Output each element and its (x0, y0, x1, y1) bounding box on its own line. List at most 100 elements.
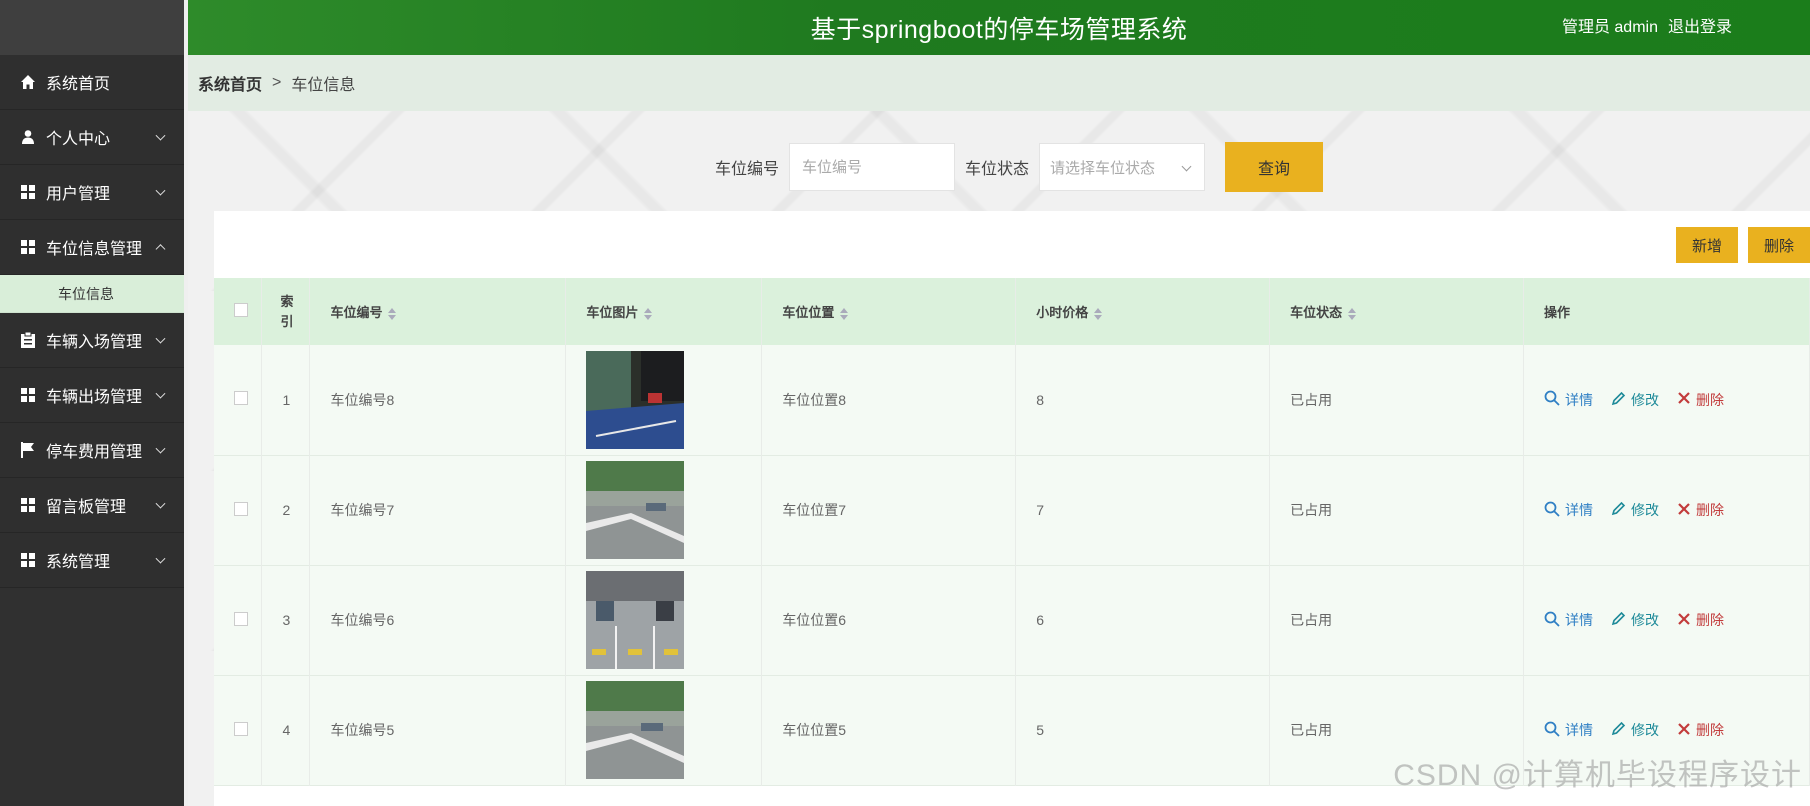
edit-button[interactable]: 修改 (1611, 500, 1659, 520)
parking-image (586, 681, 685, 779)
row-checkbox[interactable] (234, 501, 248, 516)
user-icon (20, 129, 36, 145)
column-header-ops-label: 操作 (1543, 305, 1570, 320)
row-price: 6 (1015, 565, 1271, 675)
sidebar-item-label: 留言板管理 (46, 499, 127, 516)
grid-icon (20, 497, 36, 513)
grid-icon (20, 552, 36, 568)
select-all-cell (214, 278, 263, 345)
grid-icon (20, 387, 36, 403)
close-icon (1677, 722, 1691, 739)
parking-image (586, 461, 685, 559)
row-actions: 详情 修改 删除 (1523, 455, 1810, 565)
sidebar-item-home[interactable]: 系统首页 (0, 55, 184, 110)
search-icon (1544, 390, 1560, 409)
sidebar-item-label: 系统管理 (46, 554, 111, 571)
column-header-code[interactable]: 车位编号 (309, 278, 567, 345)
column-header-image[interactable]: 车位图片 (565, 278, 763, 345)
batch-delete-button[interactable]: 删除 (1747, 227, 1810, 263)
delete-button[interactable]: 删除 (1677, 720, 1724, 740)
delete-button[interactable]: 删除 (1677, 610, 1724, 630)
chevron-down-icon (155, 498, 166, 509)
table-row: 1 车位编号8 车位位置8 8 已占用 详情 修改 删除 (214, 345, 1810, 455)
select-all-checkbox[interactable] (234, 303, 248, 317)
sidebar-item-vehicle-exit[interactable]: 车辆出场管理 (0, 368, 184, 423)
sidebar-item-message-board[interactable]: 留言板管理 (0, 478, 184, 533)
row-checkbox[interactable] (234, 721, 248, 736)
status-select[interactable]: 请选择车位状态 (1039, 143, 1206, 191)
detail-button[interactable]: 详情 (1544, 390, 1593, 410)
table-toolbar: 新增 删除 (1675, 227, 1810, 263)
breadcrumb-home-link[interactable]: 系统首页 (198, 71, 262, 95)
detail-button[interactable]: 详情 (1544, 500, 1593, 520)
edit-button[interactable]: 修改 (1611, 610, 1659, 630)
sidebar-item-label: 个人中心 (46, 131, 111, 148)
detail-label: 详情 (1564, 722, 1593, 738)
edit-label: 修改 (1630, 391, 1659, 408)
table-row: 3 车位编号6 车位位置6 6 已占用 详情 修改 删除 (214, 565, 1810, 675)
sidebar-item-parking-fee[interactable]: 停车费用管理 (0, 423, 184, 478)
delete-label: 删除 (1695, 502, 1724, 518)
breadcrumb: 系统首页 > 车位信息 (188, 55, 1810, 111)
detail-label: 详情 (1564, 612, 1593, 628)
detail-label: 详情 (1564, 391, 1593, 408)
sidebar-item-label: 车位信息管理 (46, 241, 143, 258)
sidebar-item-parking-space-management[interactable]: 车位信息管理 (0, 220, 184, 275)
chevron-down-icon (155, 333, 166, 344)
sidebar-item-label: 车辆出场管理 (46, 389, 143, 406)
row-price: 5 (1015, 675, 1271, 785)
row-actions: 详情 修改 删除 (1523, 345, 1810, 455)
code-search-input[interactable] (789, 143, 956, 191)
row-checkbox[interactable] (234, 611, 248, 626)
chevron-down-icon (155, 553, 166, 564)
grid-icon (20, 184, 36, 200)
detail-button[interactable]: 详情 (1544, 610, 1593, 630)
sidebar-logo-area (0, 0, 184, 55)
sidebar-item-label: 车辆入场管理 (46, 334, 143, 351)
row-price: 8 (1015, 345, 1271, 455)
column-header-index: 索引 (261, 278, 311, 345)
edit-icon (1611, 611, 1626, 629)
sidebar-item-personal-center[interactable]: 个人中心 (0, 110, 184, 165)
app-title: 基于springboot的停车场管理系统 (810, 15, 1188, 44)
sidebar: 系统首页 个人中心 用户管理 车位信息管理 车位信息 车辆入场管理 车辆出场管理… (0, 0, 184, 806)
grid-icon (20, 239, 36, 255)
add-button[interactable]: 新增 (1675, 227, 1738, 263)
sidebar-item-system-management[interactable]: 系统管理 (0, 533, 184, 588)
breadcrumb-separator: > (272, 74, 282, 91)
logout-link[interactable]: 退出登录 (1668, 13, 1732, 37)
edit-label: 修改 (1630, 502, 1659, 518)
sidebar-item-user-management[interactable]: 用户管理 (0, 165, 184, 220)
table-header-row: 索引 车位编号 车位图片 车位位置 小时价格 车位状态 操作 (214, 278, 1810, 345)
column-header-status-label: 车位状态 (1290, 305, 1343, 320)
row-index: 4 (261, 675, 311, 785)
row-actions: 详情 修改 删除 (1523, 565, 1810, 675)
row-price: 7 (1015, 455, 1271, 565)
column-header-status[interactable]: 车位状态 (1269, 278, 1524, 345)
edit-button[interactable]: 修改 (1611, 720, 1659, 740)
column-header-ops: 操作 (1523, 278, 1810, 345)
chevron-down-icon (155, 443, 166, 454)
parking-image (586, 571, 685, 669)
row-checkbox[interactable] (234, 391, 248, 406)
flag-icon (20, 442, 36, 458)
row-location: 车位位置7 (761, 455, 1017, 565)
row-index: 3 (261, 565, 311, 675)
query-button[interactable]: 查询 (1225, 142, 1324, 192)
chevron-down-icon (155, 388, 166, 399)
column-header-price[interactable]: 小时价格 (1015, 278, 1271, 345)
delete-button[interactable]: 删除 (1677, 390, 1724, 410)
edit-button[interactable]: 修改 (1611, 390, 1659, 410)
detail-button[interactable]: 详情 (1544, 720, 1593, 740)
sidebar-item-vehicle-entry[interactable]: 车辆入场管理 (0, 313, 184, 368)
sidebar-item-label: 系统首页 (46, 76, 111, 93)
row-image-cell (565, 345, 763, 455)
parking-image (586, 350, 685, 449)
row-location: 车位位置5 (761, 675, 1017, 785)
delete-button[interactable]: 删除 (1677, 500, 1724, 520)
row-code: 车位编号5 (309, 675, 567, 785)
column-header-location[interactable]: 车位位置 (761, 278, 1017, 345)
sidebar-subitem-parking-info[interactable]: 车位信息 (0, 275, 184, 313)
close-icon (1677, 502, 1691, 519)
search-icon (1544, 721, 1560, 740)
